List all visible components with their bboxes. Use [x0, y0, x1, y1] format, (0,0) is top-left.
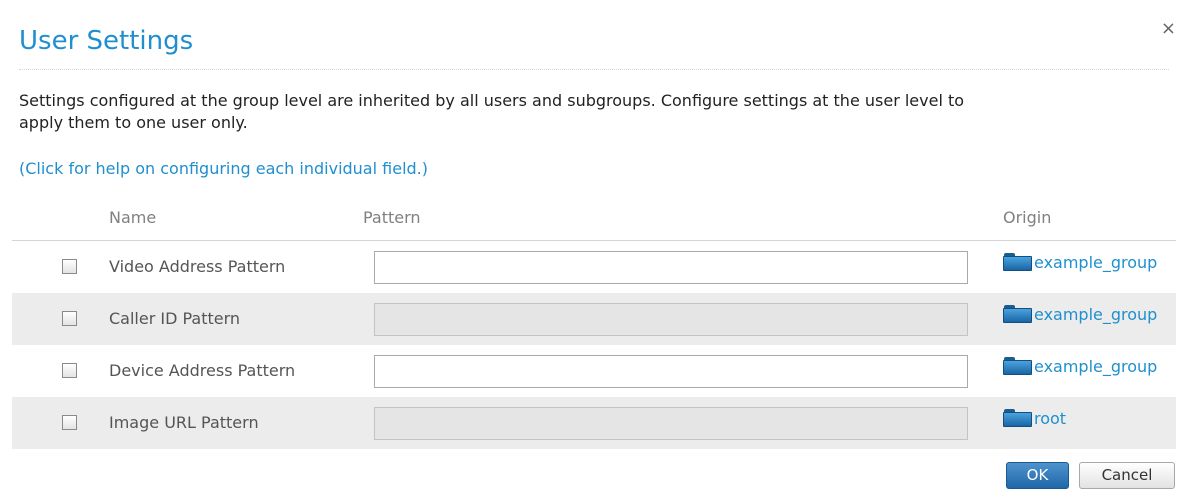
pattern-input[interactable]	[374, 251, 968, 284]
row-checkbox[interactable]	[62, 259, 77, 274]
folder-icon	[1003, 305, 1032, 323]
row-checkbox[interactable]	[62, 311, 77, 326]
origin-link[interactable]: example_group	[1003, 357, 1157, 376]
table-row: Video Address Pattern example_group	[12, 241, 1176, 293]
ok-button[interactable]: OK	[1006, 462, 1069, 489]
column-header-pattern: Pattern	[363, 208, 421, 227]
pattern-input[interactable]	[374, 303, 968, 336]
row-checkbox[interactable]	[62, 415, 77, 430]
origin-link[interactable]: example_group	[1003, 253, 1157, 272]
row-name: Video Address Pattern	[109, 257, 286, 276]
user-settings-dialog: × User Settings Settings configured at t…	[0, 0, 1188, 491]
origin-link[interactable]: example_group	[1003, 305, 1157, 324]
help-link[interactable]: (Click for help on configuring each indi…	[19, 159, 428, 178]
origin-link[interactable]: root	[1003, 409, 1066, 428]
origin-label: root	[1034, 409, 1067, 428]
cancel-button[interactable]: Cancel	[1079, 462, 1175, 489]
row-name: Device Address Pattern	[109, 361, 296, 380]
table-row: Device Address Pattern example_group	[12, 345, 1176, 397]
close-icon[interactable]: ×	[1161, 20, 1176, 38]
origin-label: example_group	[1034, 357, 1158, 376]
table-row: Image URL Pattern root	[12, 397, 1176, 449]
row-checkbox[interactable]	[62, 363, 77, 378]
title-divider	[19, 69, 1169, 70]
origin-label: example_group	[1034, 253, 1158, 272]
column-header-name: Name	[109, 208, 157, 227]
column-header-origin: Origin	[1003, 208, 1052, 227]
row-name: Caller ID Pattern	[109, 309, 241, 328]
origin-label: example_group	[1034, 305, 1158, 324]
table-row: Caller ID Pattern example_group	[12, 293, 1176, 345]
dialog-title: User Settings	[19, 26, 194, 56]
settings-description: Settings configured at the group level a…	[19, 91, 965, 132]
pattern-input[interactable]	[374, 355, 968, 388]
pattern-input[interactable]	[374, 407, 968, 440]
row-name: Image URL Pattern	[109, 413, 259, 432]
folder-icon	[1003, 409, 1032, 427]
folder-icon	[1003, 357, 1032, 375]
folder-icon	[1003, 253, 1032, 271]
